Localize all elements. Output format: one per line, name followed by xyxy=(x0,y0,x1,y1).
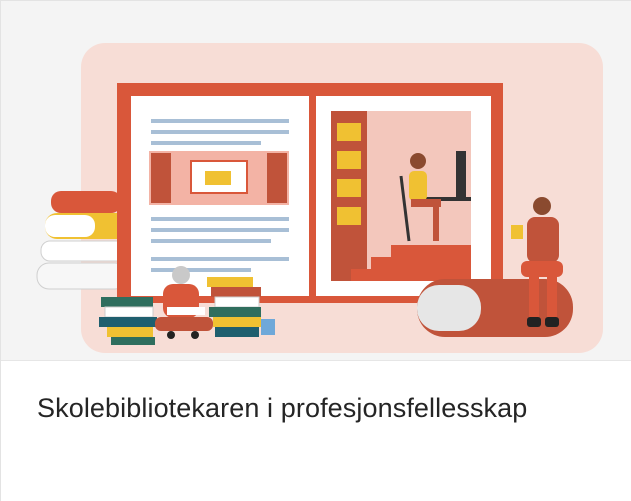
course-card[interactable]: Skolebibliotekaren i profesjonsfellesska… xyxy=(0,0,631,501)
course-title[interactable]: Skolebibliotekaren i profesjonsfellesska… xyxy=(37,393,527,424)
library-illustration xyxy=(36,43,603,353)
course-card-image[interactable] xyxy=(1,1,631,361)
